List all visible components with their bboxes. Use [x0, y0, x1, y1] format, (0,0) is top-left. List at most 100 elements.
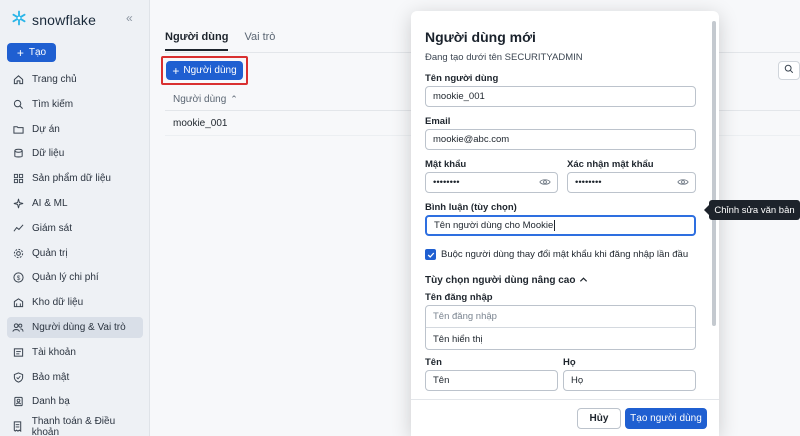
sidebar-item-label: Sản phẩm dữ liệu — [32, 173, 111, 185]
confirm-password-input[interactable]: •••••••• — [567, 172, 696, 193]
sidebar-item-label: Dữ liệu — [32, 148, 65, 160]
add-user-button[interactable]: + Người dùng — [166, 61, 243, 80]
folder-icon — [12, 123, 24, 135]
show-password-icon[interactable] — [539, 177, 551, 190]
password-value: •••••••• — [433, 177, 460, 188]
sidebar-item-label: Người dùng & Vai trò — [32, 321, 126, 333]
sidebar-item-label: Danh bạ — [32, 396, 70, 408]
last-name-label: Họ — [563, 357, 576, 368]
grid-icon — [12, 173, 24, 185]
last-name-input[interactable]: Họ — [563, 370, 696, 391]
sidebar-item-warehouses[interactable]: Kho dữ liệu — [7, 292, 143, 313]
dollar-icon: $ — [12, 272, 24, 284]
sidebar-item-search[interactable]: Tìm kiếm — [7, 94, 143, 115]
svg-text:$: $ — [16, 275, 20, 282]
cancel-button[interactable]: Hủy — [577, 408, 621, 429]
table-cell-username: mookie_001 — [173, 117, 228, 129]
logo[interactable]: snowflake — [11, 10, 96, 29]
email-value: mookie@abc.com — [433, 134, 510, 145]
home-icon — [12, 74, 24, 86]
email-input[interactable]: mookie@abc.com — [425, 129, 696, 150]
username-value: mookie_001 — [433, 91, 485, 102]
search-icon — [12, 98, 24, 110]
database-icon — [12, 148, 24, 160]
first-name-input[interactable]: Tên — [425, 370, 558, 391]
first-name-label: Tên — [425, 357, 442, 368]
advanced-options-label: Tùy chọn người dùng nâng cao — [425, 275, 576, 286]
sidebar-item-data[interactable]: Dữ liệu — [7, 143, 143, 164]
sidebar-item-monitoring[interactable]: Giám sát — [7, 218, 143, 239]
snowflake-icon — [11, 10, 27, 29]
sidebar-item-cost-management[interactable]: $ Quản lý chi phí — [7, 267, 143, 288]
create-button[interactable]: + Tạo — [7, 43, 56, 62]
sidebar-item-contacts[interactable]: Danh bạ — [7, 391, 143, 412]
sidebar-item-home[interactable]: Trang chủ — [7, 69, 143, 90]
email-label: Email — [425, 116, 451, 127]
sidebar-item-label: Tài khoản — [32, 346, 76, 358]
tab-roles[interactable]: Vai trò — [244, 31, 275, 51]
tab-users[interactable]: Người dùng — [165, 31, 229, 51]
force-password-change-label[interactable]: Buộc người dùng thay đổi mật khẩu khi đă… — [441, 249, 688, 260]
collapse-sidebar-icon[interactable]: « — [126, 11, 133, 25]
text-cursor — [554, 220, 556, 231]
force-password-change-checkbox[interactable] — [425, 249, 436, 260]
comment-input[interactable]: Tên người dùng cho Mookie — [425, 215, 696, 236]
sidebar-item-label: Thanh toán & Điều khoản — [31, 415, 116, 436]
sidebar-item-label: AI & ML — [32, 197, 68, 209]
create-user-button[interactable]: Tạo người dùng — [625, 408, 707, 429]
tab-bar: Người dùng Vai trò — [165, 31, 275, 51]
password-label: Mật khẩu — [425, 159, 467, 170]
create-button-label: Tạo — [28, 47, 47, 58]
login-name-input[interactable]: Tên đăng nhập — [426, 306, 695, 328]
table-search-button[interactable] — [778, 61, 800, 80]
advanced-options-toggle[interactable]: Tùy chọn người dùng nâng cao — [425, 275, 588, 286]
activity-icon — [12, 222, 24, 234]
plus-icon: + — [172, 63, 180, 78]
new-user-dialog: Người dùng mới Đang tạo dưới tên SECURIT… — [411, 11, 719, 436]
first-name-placeholder: Tên — [433, 375, 450, 386]
sidebar-item-label: Kho dữ liệu — [32, 297, 84, 309]
show-confirm-password-icon[interactable] — [677, 177, 689, 190]
sidebar-item-label: Quản trị — [32, 247, 68, 259]
confirm-password-value: •••••••• — [575, 177, 602, 188]
password-input[interactable]: •••••••• — [425, 172, 558, 193]
sidebar-item-ai-ml[interactable]: AI & ML — [7, 193, 143, 214]
sidebar-item-label: Bảo mật — [32, 371, 70, 383]
sidebar-item-billing[interactable]: Thanh toán & Điều khoản — [7, 416, 143, 436]
sidebar-item-data-products[interactable]: Sản phẩm dữ liệu — [7, 168, 143, 189]
sidebar-item-label: Tìm kiếm — [32, 98, 74, 110]
login-name-label: Tên đăng nhập — [425, 292, 493, 303]
sparkle-icon — [12, 197, 24, 209]
sidebar-item-users-roles[interactable]: Người dùng & Vai trò — [7, 316, 143, 338]
sidebar-item-security[interactable]: Bảo mật — [7, 367, 143, 388]
comment-label: Bình luận (tùy chọn) — [425, 202, 517, 213]
sidebar-nav: Trang chủ Tìm kiếm Dự án Dữ liệu Sản phẩ… — [7, 69, 143, 436]
comment-value: Tên người dùng cho Mookie — [434, 220, 554, 231]
chevron-up-icon — [579, 275, 588, 286]
sort-ascending-icon[interactable]: ⌃ — [230, 94, 238, 105]
username-label: Tên người dùng — [425, 73, 499, 84]
dialog-scrollbar[interactable] — [712, 21, 716, 326]
contacts-icon — [12, 396, 24, 408]
username-input[interactable]: mookie_001 — [425, 86, 696, 107]
dialog-footer: Hủy Tạo người dùng — [411, 399, 719, 436]
display-name-input[interactable]: Tên hiển thị — [426, 328, 695, 350]
dialog-subtitle: Đang tạo dưới tên SECURITYADMIN — [425, 52, 583, 63]
sidebar: snowflake « + Tạo Trang chủ Tìm kiếm Dự … — [0, 0, 150, 436]
edit-text-tooltip: Chỉnh sửa văn bản — [704, 200, 800, 220]
logo-text: snowflake — [32, 11, 97, 28]
sidebar-item-account[interactable]: Tài khoản — [7, 342, 143, 363]
warehouse-icon — [12, 297, 24, 309]
confirm-password-label: Xác nhận mật khẩu — [567, 159, 654, 170]
login-display-name-group: Tên đăng nhập Tên hiển thị — [425, 305, 696, 350]
checkmark-icon — [427, 252, 434, 258]
sidebar-item-label: Quản lý chi phí — [32, 272, 99, 284]
sidebar-item-admin[interactable]: Quản trị — [7, 243, 143, 264]
sidebar-item-label: Dự án — [32, 123, 60, 135]
search-icon — [784, 64, 794, 77]
shield-icon — [12, 371, 24, 383]
sidebar-item-projects[interactable]: Dự án — [7, 119, 143, 140]
users-icon — [12, 321, 24, 333]
column-header-user[interactable]: Người dùng — [173, 94, 226, 105]
last-name-placeholder: Họ — [571, 375, 584, 386]
